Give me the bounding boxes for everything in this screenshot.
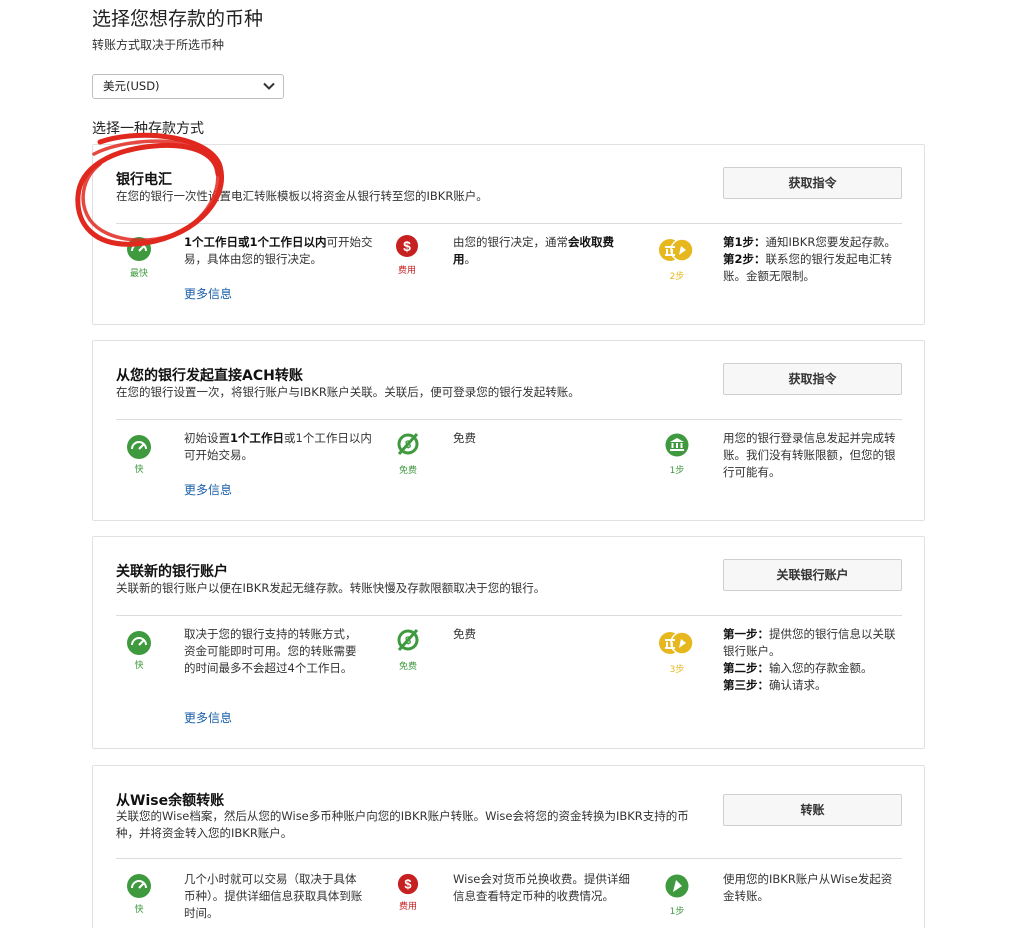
speedometer-icon	[127, 237, 151, 261]
card-description: 关联您的Wise档案，然后从您的Wise多币种账户向您的IBKR账户转账。Wis…	[116, 809, 689, 840]
card-description: 关联新的银行账户以便在IBKR发起无缝存款。转账快慢及存款限额取决于您的银行。	[116, 581, 546, 595]
speed-text: 几个小时就可以交易（取决于具体币种）。提供详细信息获取具体到账时间。	[184, 872, 363, 920]
method-card-ach: 从您的银行发起直接ACH转账 在您的银行设置一次，将银行账户与IBKR账户关联。…	[92, 340, 925, 521]
currency-select[interactable]: 美元(USD)	[92, 74, 284, 99]
hand-icon	[665, 874, 689, 898]
fee-caption: 费用	[397, 266, 416, 276]
more-info-link[interactable]: 更多信息	[184, 709, 232, 726]
card-description: 在您的银行一次性设置电汇转账模板以将资金从银行转至您的IBKR账户。	[116, 189, 488, 203]
get-instructions-button[interactable]: 获取指令	[723, 167, 902, 199]
steps-caption: 3步	[669, 665, 685, 675]
page-title: 选择您想存款的币种	[92, 8, 264, 30]
fee-text: 免费	[453, 431, 476, 445]
fee-caption: 费用	[398, 902, 417, 912]
speed-caption: 快	[134, 465, 144, 475]
steps-text: 第1步：通知IBKR您要发起存款。 第2步：联系您的银行发起电汇转账。金额无限制…	[723, 235, 896, 283]
steps-caption: 1步	[669, 466, 685, 476]
svg-text:$: $	[404, 877, 411, 892]
card-title: 从您的银行发起直接ACH转账	[116, 368, 303, 384]
svg-text:$: $	[405, 635, 411, 647]
bank-hand-icon	[659, 631, 693, 655]
svg-text:$: $	[403, 238, 411, 254]
page-subtitle: 转账方式取决于所选币种	[92, 38, 225, 52]
no-fee-icon: $	[397, 432, 419, 456]
speedometer-icon	[127, 435, 151, 459]
steps-text: 用您的银行登录信息发起并完成转账。我们没有转账限额，但您的银行可能有。	[723, 431, 896, 479]
speed-caption: 快	[134, 661, 144, 671]
speed-caption: 最快	[129, 269, 148, 279]
speed-text: 取决于您的银行支持的转账方式，资金可能即时可用。您的转账需要的时间最多不会超过4…	[184, 627, 357, 675]
fee-text: 免费	[453, 627, 476, 641]
steps-text: 使用您的IBKR账户从Wise发起资金转账。	[723, 872, 893, 903]
card-title: 银行电汇	[116, 172, 172, 188]
method-card-wise: 从Wise余额转账 关联您的Wise档案，然后从您的Wise多币种账户向您的IB…	[92, 765, 925, 928]
more-info-link[interactable]: 更多信息	[184, 481, 232, 498]
method-card-link-bank: 关联新的银行账户 关联新的银行账户以便在IBKR发起无缝存款。转账快慢及存款限额…	[92, 536, 925, 749]
dollar-icon: $	[396, 235, 418, 257]
speed-caption: 快	[134, 905, 144, 915]
link-bank-account-button[interactable]: 关联银行账户	[723, 559, 902, 591]
get-instructions-button[interactable]: 获取指令	[723, 363, 902, 395]
fee-text: Wise会对货币兑换收费。提供详细信息查看特定币种的收费情况。	[453, 872, 630, 903]
transfer-button[interactable]: 转账	[723, 794, 902, 826]
method-card-wire: 银行电汇 在您的银行一次性设置电汇转账模板以将资金从银行转至您的IBKR账户。 …	[92, 144, 925, 325]
bank-icon	[665, 433, 689, 457]
speedometer-icon	[127, 874, 151, 898]
card-title: 从Wise余额转账	[116, 793, 225, 809]
fee-caption: 免费	[398, 466, 417, 476]
more-info-link[interactable]: 更多信息	[184, 285, 232, 302]
card-title: 关联新的银行账户	[116, 564, 228, 580]
methods-label: 选择一种存款方式	[92, 121, 204, 137]
chevron-down-icon	[263, 82, 275, 90]
steps-caption: 1步	[669, 907, 685, 917]
bank-hand-icon	[659, 238, 693, 262]
card-description: 在您的银行设置一次，将银行账户与IBKR账户关联。关联后，便可登录您的银行发起转…	[116, 385, 580, 399]
no-fee-icon: $	[397, 628, 419, 652]
fee-text: 由您的银行决定，通常会收取费用。	[453, 235, 614, 266]
speedometer-icon	[127, 631, 151, 655]
speed-text: 初始设置1个工作日或1个工作日以内可开始交易。	[184, 431, 372, 462]
dollar-icon: $	[397, 873, 419, 895]
steps-caption: 2步	[669, 272, 685, 282]
speed-text: 1个工作日或1个工作日以内可开始交易，具体由您的银行决定。	[184, 235, 373, 266]
svg-text:$: $	[405, 439, 411, 451]
currency-select-value: 美元(USD)	[103, 79, 160, 93]
steps-text: 第一步：提供您的银行信息以关联银行账户。 第二步：输入您的存款金额。 第三步：确…	[723, 627, 896, 692]
fee-caption: 免费	[398, 662, 417, 672]
